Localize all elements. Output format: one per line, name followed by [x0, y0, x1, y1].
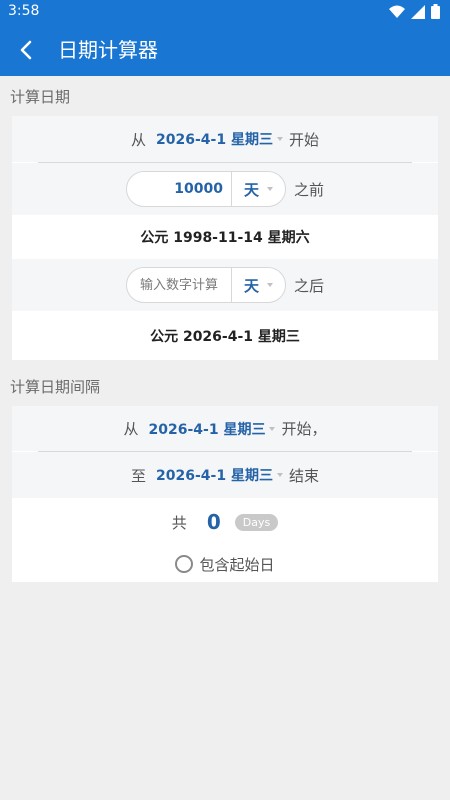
before-result-row: 公元 1998-11-14 星期六 [12, 215, 438, 259]
after-days-input[interactable] [126, 268, 231, 302]
before-days-input[interactable] [126, 172, 231, 206]
before-suffix: 之前 [293, 180, 324, 199]
include-start-label[interactable]: 包含起始日 [199, 554, 274, 575]
signal-icon [411, 4, 425, 19]
after-unit-selector[interactable]: 天 [230, 268, 285, 302]
page-title: 日期计算器 [58, 38, 158, 62]
before-row: 天 之前 [12, 163, 438, 215]
interval-to-row: 至 2026-4-1 星期三 结束 [12, 452, 438, 498]
date-interval-card: 从 2026-4-1 星期三 开始， 至 2026-4-1 星期三 结束 共 0… [12, 406, 438, 582]
include-start-radio[interactable] [175, 555, 194, 573]
status-icons [389, 4, 440, 19]
interval-total-row: 共 0 Days [12, 500, 438, 544]
interval-to-prefix: 至 [131, 466, 147, 485]
dropdown-caret-icon [276, 137, 283, 141]
status-bar: 3:58 [0, 0, 450, 24]
before-result: 公元 1998-11-14 星期六 [140, 230, 310, 246]
after-stepper: 天 [125, 267, 286, 303]
from-date-row: 从 2026-4-1 星期三 开始 [12, 116, 438, 162]
interval-to-suffix: 结束 [288, 466, 319, 485]
from-date-picker[interactable]: 2026-4-1 星期三 [156, 129, 273, 149]
battery-icon [431, 4, 440, 19]
from-prefix: 从 [131, 130, 147, 149]
app-bar: 日期计算器 [0, 24, 450, 76]
after-unit-label: 天 [243, 276, 259, 295]
interval-to-date-picker[interactable]: 2026-4-1 星期三 [156, 465, 273, 485]
total-prefix: 共 [171, 513, 187, 532]
include-start-row[interactable]: 包含起始日 [12, 546, 438, 582]
interval-from-prefix: 从 [123, 420, 139, 438]
before-stepper: 天 [125, 171, 286, 207]
from-suffix: 开始 [288, 130, 319, 149]
after-result-row: 公元 2026-4-1 星期三 [12, 311, 438, 360]
interval-from-date-picker[interactable]: 2026-4-1 星期三 [149, 419, 266, 439]
unit-badge[interactable]: Days [234, 513, 279, 531]
after-result: 公元 2026-4-1 星期三 [150, 328, 300, 345]
calc-date-card: 从 2026-4-1 星期三 开始 天 之前 公元 1998-11-14 星期六… [12, 116, 438, 360]
section-label-calc-date: 计算日期 [10, 88, 71, 106]
dropdown-caret-icon [269, 426, 276, 431]
wifi-icon [389, 5, 405, 18]
status-time: 3:58 [8, 3, 40, 19]
dropdown-caret-icon [266, 187, 273, 191]
interval-from-suffix: 开始， [281, 420, 327, 438]
after-row: 天 之后 [12, 259, 438, 311]
dropdown-caret-icon [276, 473, 283, 477]
dropdown-caret-icon [266, 283, 273, 287]
interval-from-row: 从 2026-4-1 星期三 开始， [12, 406, 438, 451]
back-button[interactable] [14, 37, 40, 63]
after-suffix: 之后 [293, 276, 324, 295]
back-arrow-icon [20, 40, 32, 60]
before-unit-label: 天 [243, 180, 259, 199]
section-label-date-interval: 计算日期间隔 [10, 378, 101, 396]
interval-count: 0 [206, 510, 221, 534]
before-unit-selector[interactable]: 天 [230, 172, 285, 206]
